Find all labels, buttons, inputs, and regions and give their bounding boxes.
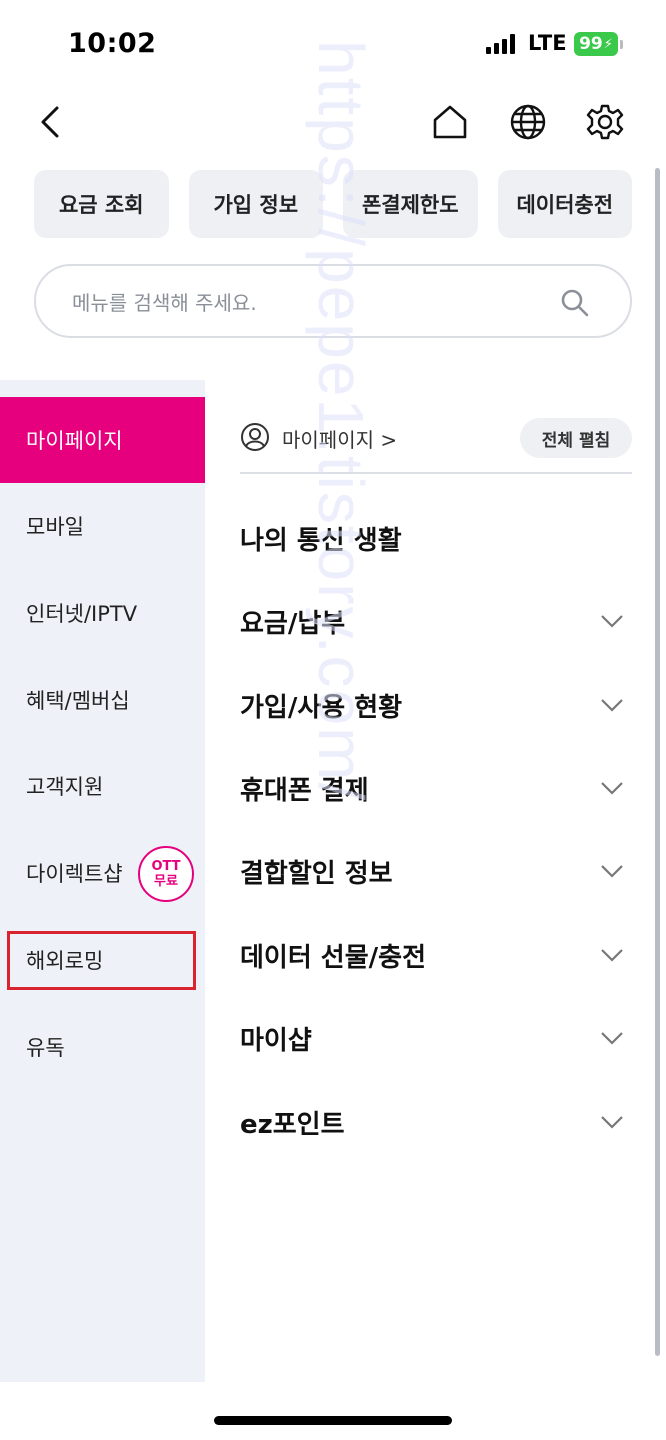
sidebar-item-support[interactable]: 고객지원 <box>0 743 205 829</box>
menu-item-label: 휴대폰 결제 <box>240 775 369 806</box>
quick-button-bill[interactable]: 요금 조회 <box>34 170 169 238</box>
home-indicator[interactable] <box>214 1416 452 1425</box>
menu-item-label: 데이터 선물/충전 <box>240 942 426 973</box>
sidebar-item-label: 마이페이지 <box>26 429 123 453</box>
search-icon[interactable] <box>560 288 590 318</box>
menu-item-usage-status[interactable]: 가입/사용 현황 <box>240 675 632 735</box>
sidebar-item-label: 혜택/멤버십 <box>26 689 130 713</box>
menu-item-ez-point[interactable]: ez포인트 <box>240 1092 632 1152</box>
section-title-label: 나의 통신 생활 <box>240 525 402 556</box>
menu-item-myshop[interactable]: 마이샵 <box>240 1008 632 1068</box>
settings-icon[interactable] <box>583 100 627 144</box>
quick-button-data-charge[interactable]: 데이터충전 <box>497 170 632 238</box>
menu-item-label: 결합할인 정보 <box>240 858 393 889</box>
globe-icon[interactable] <box>506 100 550 144</box>
roaming-highlight-box <box>7 931 196 990</box>
chevron-down-icon <box>601 1116 623 1129</box>
network-label: LTE <box>528 31 567 55</box>
battery-tip <box>620 40 623 49</box>
expand-all-button[interactable]: 전체 펼침 <box>520 418 632 458</box>
breadcrumb-link[interactable]: 마이페이지 > <box>282 424 397 453</box>
sidebar-item-mypage[interactable]: 마이페이지 <box>0 397 205 483</box>
chevron-down-icon <box>601 782 623 795</box>
home-icon[interactable] <box>428 100 472 144</box>
sidebar-item-yudok[interactable]: 유독 <box>0 1004 205 1090</box>
breadcrumb: 마이페이지 > 전체 펼침 <box>240 416 632 474</box>
ott-free-badge: OTT 무료 <box>138 846 194 902</box>
menu-item-label: ez포인트 <box>240 1109 345 1140</box>
sidebar-item-mobile[interactable]: 모바일 <box>0 483 205 569</box>
menu-item-phone-payment[interactable]: 휴대폰 결제 <box>240 758 632 818</box>
user-icon <box>240 422 270 452</box>
chevron-down-icon <box>601 699 623 712</box>
sidebar-item-label: 고객지원 <box>26 775 104 799</box>
back-icon[interactable] <box>30 100 70 144</box>
menu-item-label: 요금/납부 <box>240 608 346 639</box>
quick-menu: 요금 조회 가입 정보 폰결제한도 데이터충전 <box>34 170 632 238</box>
badge-line2: 무료 <box>154 874 178 889</box>
sidebar-item-benefits[interactable]: 혜택/멤버십 <box>0 657 205 743</box>
quick-button-payment-limit[interactable]: 폰결제한도 <box>343 170 478 238</box>
badge-line1: OTT <box>151 859 181 874</box>
menu-item-label: 마이샵 <box>240 1025 312 1056</box>
signal-icon <box>486 34 515 54</box>
search-input[interactable]: 메뉴를 검색해 주세요. <box>34 264 632 338</box>
menu-item-bundle-discount[interactable]: 결합할인 정보 <box>240 841 632 901</box>
battery-icon: 99 ⚡ <box>574 32 618 56</box>
sidebar-item-label: 다이렉트샵 <box>26 862 123 886</box>
chevron-down-icon <box>601 1032 623 1045</box>
sidebar-item-internet-iptv[interactable]: 인터넷/IPTV <box>0 570 205 656</box>
sidebar-item-direct-shop[interactable]: 다이렉트샵 OTT 무료 <box>0 830 205 916</box>
section-title: 나의 통신 생활 <box>240 508 632 568</box>
sidebar-item-label: 인터넷/IPTV <box>26 602 138 626</box>
sidebar-item-label: 모바일 <box>26 515 84 539</box>
search-placeholder: 메뉴를 검색해 주세요. <box>72 290 257 315</box>
scrollbar[interactable] <box>655 168 660 1356</box>
status-time: 10:02 <box>68 28 157 59</box>
sidebar-item-label: 유독 <box>26 1036 65 1060</box>
menu-item-bill-payment[interactable]: 요금/납부 <box>240 591 632 651</box>
chevron-down-icon <box>601 615 623 628</box>
chevron-down-icon <box>601 865 623 878</box>
status-bar: 10:02 LTE 99 ⚡ <box>0 0 666 90</box>
menu-item-data-gift[interactable]: 데이터 선물/충전 <box>240 925 632 985</box>
sidebar: 마이페이지 모바일 인터넷/IPTV 혜택/멤버십 고객지원 다이렉트샵 OTT… <box>0 380 205 1382</box>
menu-item-label: 가입/사용 현황 <box>240 692 403 723</box>
battery-level: 99 <box>579 34 603 54</box>
quick-button-subscription[interactable]: 가입 정보 <box>188 170 323 238</box>
chevron-down-icon <box>601 949 623 962</box>
